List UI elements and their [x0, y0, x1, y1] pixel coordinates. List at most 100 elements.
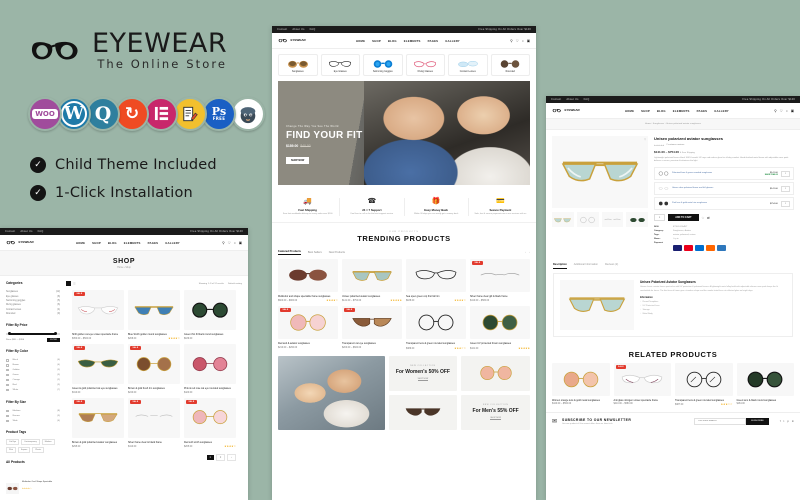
carousel-prev-icon[interactable]: ‹ — [525, 251, 526, 254]
bundle-qty[interactable]: 1 — [780, 185, 790, 192]
product-card[interactable]: SALE Silver frame clear gilt & black fra… — [470, 259, 530, 302]
nav-item-gallery[interactable]: GALLERY — [714, 109, 729, 113]
topbar-link[interactable]: Contact — [5, 230, 15, 233]
tag-chip[interactable]: Plastic — [32, 447, 45, 454]
promo-button[interactable]: SHOP NOW — [490, 417, 501, 420]
checkbox[interactable] — [6, 409, 9, 413]
cart-icon[interactable]: ▣ — [527, 39, 530, 43]
quantity-stepper[interactable]: 1 — [654, 214, 666, 222]
tab-new-products[interactable]: New Products — [329, 251, 345, 254]
bundle-item-name[interactable]: Pink lens & gold metal rim sunglasses — [672, 202, 755, 205]
nav-item-pages[interactable]: PAGES — [428, 39, 439, 43]
product-tabs[interactable]: Description Additional Information Revie… — [546, 258, 800, 269]
nav-item-shop[interactable]: SHOP — [92, 241, 101, 245]
promo-women[interactable]: NEW COLLECTION For Women's 50% OFF SHOP … — [388, 355, 458, 391]
nav-item-blog[interactable]: BLOG — [388, 39, 397, 43]
product-card[interactable]: Women orange lens & gold metal sunglasse… — [552, 362, 610, 406]
facebook-icon[interactable]: f — [780, 419, 781, 423]
list-view-icon[interactable]: ☰ — [73, 282, 76, 286]
product-card[interactable]: Pink & red rose cat eye rounded sunglass… — [184, 344, 236, 394]
category-tile-eyeglasses[interactable]: Eye Glasses — [320, 54, 360, 76]
grid-view-icon[interactable] — [66, 281, 71, 286]
wishlist-icon[interactable]: ♡ — [780, 109, 783, 113]
product-card[interactable]: Unisex polarized aviator sunglasses $141… — [342, 259, 402, 302]
checkbox[interactable] — [6, 363, 9, 367]
topbar-link[interactable]: About Us — [566, 98, 578, 101]
sidebar-item-rounded[interactable]: Rounded (9) — [6, 312, 60, 316]
pagination[interactable]: 1 2 › — [66, 454, 242, 465]
main-nav[interactable]: HOME SHOP BLOG ELEMENTS PAGES GALLERY — [625, 109, 729, 113]
color-filter-row[interactable]: White (7) — [6, 388, 60, 393]
wishlist-icon[interactable]: ♡ — [228, 241, 231, 245]
bundle-qty[interactable]: 1 — [780, 170, 790, 177]
product-card[interactable]: Transparent lens & green rounded sunglas… — [406, 306, 466, 350]
thumbnail-3[interactable] — [601, 212, 624, 227]
product-thumbnails[interactable] — [552, 212, 648, 227]
carousel-next-icon[interactable]: › — [529, 251, 530, 254]
thumbnail-1[interactable] — [552, 212, 574, 227]
promo-men[interactable]: NEW COLLECTION For Men's 55% OFF SHOP NO… — [461, 394, 530, 430]
nav-item-elements[interactable]: ELEMENTS — [124, 241, 141, 245]
cart-icon[interactable]: ▣ — [791, 109, 794, 113]
view-toggle[interactable]: ☰ — [66, 281, 76, 286]
product-card[interactable]: SALE Red soft smith sunglasses $265.00 ★★… — [184, 397, 236, 448]
price-slider-handle-min[interactable] — [8, 332, 12, 336]
bundle-item[interactable]: Pink lens & gold metal rim sunglasses $7… — [654, 197, 794, 211]
page-2[interactable]: 2 — [215, 454, 226, 462]
tag-chip[interactable]: Pilot — [6, 447, 16, 454]
product-card[interactable]: SALE Brown & gold polarized aviator sung… — [72, 397, 124, 448]
size-filter-row[interactable]: Wide (4) — [6, 418, 60, 423]
bundle-item[interactable]: Polarized lens & green rounded sunglasse… — [654, 167, 794, 181]
price-slider[interactable] — [6, 332, 60, 336]
category-tile-goggles[interactable]: Swimming Goggles — [363, 54, 403, 76]
product-card[interactable]: SALE Green & gold polarized cat eye sung… — [72, 344, 124, 394]
topbar-link[interactable]: FAQ — [38, 230, 44, 233]
checkbox[interactable] — [6, 358, 9, 362]
list-item[interactable]: Multicolor Oval Shape Spectable★★★★☆$600… — [6, 469, 60, 500]
page-next[interactable]: › — [227, 454, 236, 462]
bundle-item-name[interactable]: Unisex clear polarized frame and full gl… — [672, 187, 755, 190]
nav-item-home[interactable]: HOME — [625, 109, 634, 113]
nav-item-shop[interactable]: SHOP — [641, 109, 650, 113]
checkbox[interactable] — [6, 388, 9, 392]
zoom-icon[interactable]: ⚲ — [644, 138, 646, 141]
tab-additional-information[interactable]: Additional Information — [574, 263, 598, 269]
product-gallery[interactable]: ⚲ — [552, 136, 648, 252]
category-tile-diving[interactable]: Diving Glasses — [405, 54, 445, 76]
tab-featured-products[interactable]: Featured Products — [278, 250, 301, 256]
search-icon[interactable]: ⚲ — [222, 241, 224, 245]
newsletter-subscribe-button[interactable]: SUBSCRIBE — [746, 417, 769, 425]
product-card[interactable]: Transparent lens & green rounded sunglas… — [675, 362, 733, 406]
tab-description[interactable]: Description — [553, 263, 567, 269]
topbar-link[interactable]: FAQ — [584, 98, 590, 101]
shop-sidebar[interactable]: Categories Sunglasses (12) Eye glasses (8)… — [6, 281, 60, 500]
nav-item-shop[interactable]: SHOP — [372, 39, 381, 43]
meta-value[interactable]: f t p in — [673, 238, 679, 240]
account-icon[interactable]: ○ — [522, 39, 524, 43]
page-1[interactable]: 1 — [206, 455, 214, 461]
product-card[interactable]: Green lens & black round sunglasses $184… — [736, 362, 794, 406]
price-filter-button[interactable]: FILTER — [47, 337, 60, 342]
header-logo[interactable]: EYEWEAR — [552, 108, 580, 113]
search-icon[interactable]: ⚲ — [510, 39, 512, 43]
pinterest-icon[interactable]: p — [787, 419, 789, 423]
main-nav[interactable]: HOME SHOP BLOG ELEMENTS PAGES GALLERY — [356, 39, 460, 43]
tag-chip[interactable]: Square — [17, 447, 31, 454]
topbar-link[interactable]: About Us — [20, 230, 32, 233]
thumbnail-2[interactable] — [576, 212, 599, 227]
nav-item-gallery[interactable]: GALLERY — [445, 39, 460, 43]
product-card[interactable]: SALE Brown & gold fresh rim sunglasses $… — [128, 344, 180, 394]
price-slider-handle-max[interactable] — [53, 332, 57, 336]
topbar-link[interactable]: About Us — [292, 28, 304, 31]
linkedin-icon[interactable]: in — [792, 419, 794, 423]
bundle-item[interactable]: Unisex clear polarized frame and full gl… — [654, 182, 794, 196]
bundle-qty[interactable]: 1 — [780, 200, 790, 207]
product-card[interactable]: Multicolor and shape spectable frame sun… — [278, 259, 338, 302]
tag-chip[interactable]: Modern — [41, 439, 55, 446]
review-count[interactable]: 2 customer reviews — [666, 144, 684, 146]
home-page-mockup[interactable]: Contact About Us FAQ Free Shipping On Al… — [272, 26, 536, 500]
product-card[interactable]: SALE Silver frame clear & black frame $4… — [128, 397, 180, 448]
product-card[interactable]: SALE Anti glare nitrogen unisex spectacl… — [613, 362, 671, 406]
product-card[interactable]: Green thin fit black round sunglasses $1… — [184, 290, 236, 340]
header-icons[interactable]: ⚲ ♡ ○ ▣ — [222, 241, 242, 245]
